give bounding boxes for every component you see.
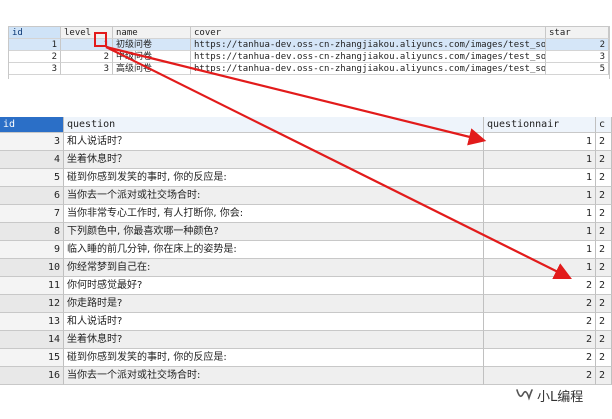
annotation-arrows bbox=[105, 45, 572, 279]
watermark: 小L编程 bbox=[515, 385, 583, 405]
arrow-to-questionnair-2 bbox=[105, 46, 572, 279]
arrow-to-questionnair-1 bbox=[105, 45, 487, 146]
wechat-channel-icon bbox=[515, 386, 533, 405]
watermark-text: 小L编程 bbox=[537, 389, 584, 405]
